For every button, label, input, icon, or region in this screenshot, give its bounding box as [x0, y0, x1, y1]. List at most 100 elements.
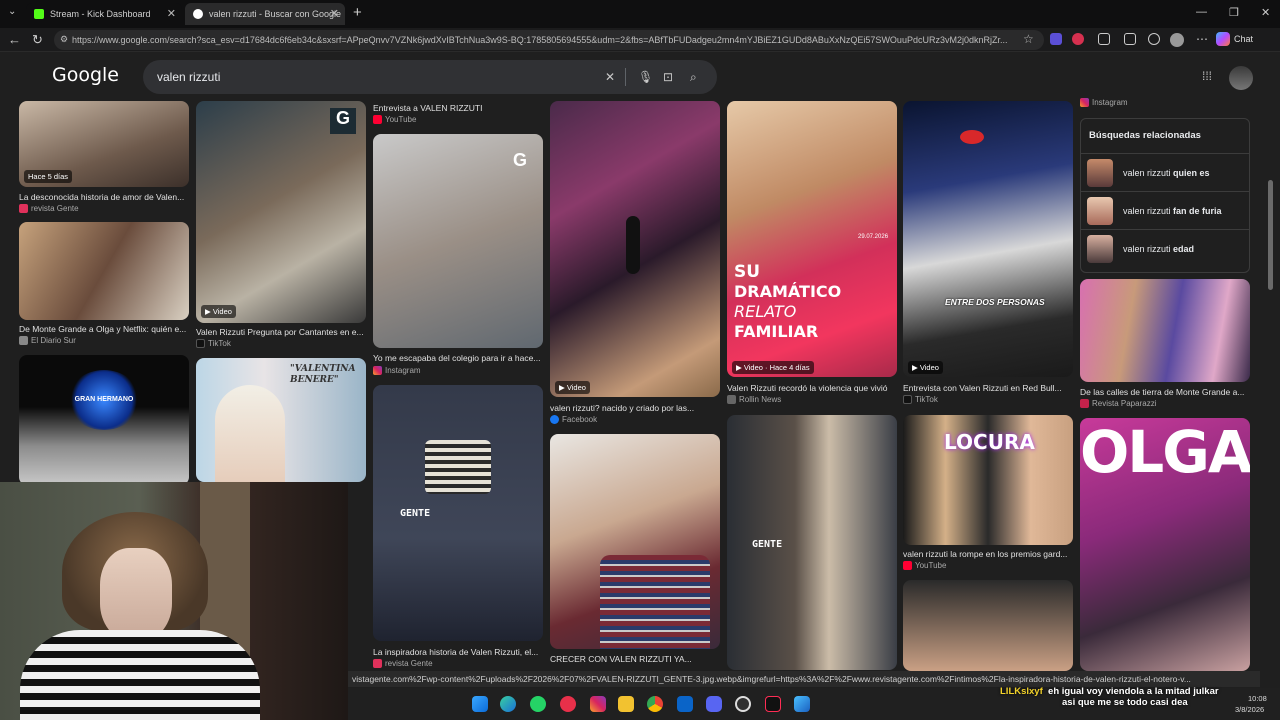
edge-icon[interactable]	[500, 696, 516, 712]
image-source[interactable]: YouTube	[373, 115, 416, 124]
image-caption[interactable]: Valen Rizzuti recordó la violencia que v…	[727, 383, 897, 393]
clock-time[interactable]: 10:08	[1248, 694, 1267, 703]
search-icon[interactable]: ⌕	[690, 70, 697, 85]
lens-icon[interactable]: ⊡	[663, 70, 673, 84]
diario-sur-icon	[19, 336, 28, 345]
time-badge: Hace 5 días	[24, 170, 73, 183]
related-search-item[interactable]: valen rizzuti fan de furia	[1081, 191, 1249, 229]
split-screen-icon[interactable]	[1124, 33, 1136, 45]
image-source[interactable]: revista Gente	[19, 204, 79, 213]
close-icon[interactable]: ✕	[330, 7, 339, 20]
source-label: Instagram	[385, 366, 421, 375]
back-icon[interactable]: ←	[8, 32, 21, 47]
video-badge: ▶ Video	[201, 305, 236, 318]
extension-icon[interactable]	[1072, 33, 1084, 45]
site-info-icon[interactable]: ⚙	[60, 34, 68, 45]
image-caption[interactable]: De Monte Grande a Olga y Netflix: quién …	[19, 324, 189, 334]
related-bold: fan de furia	[1173, 205, 1222, 216]
photos-icon[interactable]	[794, 696, 810, 712]
source-label: El Diario Sur	[31, 336, 76, 345]
copilot-chat-button[interactable]: Chat	[1216, 32, 1253, 46]
image-result-thumbnail[interactable]	[19, 222, 189, 320]
image-result-thumbnail[interactable]	[196, 101, 366, 323]
image-caption[interactable]: CRECER CON VALEN RIZZUTI YA...	[550, 654, 720, 664]
source-label: YouTube	[915, 561, 947, 570]
image-caption[interactable]: La inspiradora historia de Valen Rizzuti…	[373, 647, 543, 657]
image-caption[interactable]: De las calles de tierra de Monte Grande …	[1080, 387, 1250, 397]
microphone-figure	[626, 216, 640, 274]
extension-icon[interactable]	[1050, 33, 1062, 45]
image-caption[interactable]: valen rizzuti la rompe en los premios ga…	[903, 549, 1073, 559]
badge-label: Video	[919, 363, 939, 372]
discord-icon[interactable]	[706, 696, 722, 712]
image-caption[interactable]: Yo me escapaba del colegio para ir a hac…	[373, 353, 543, 363]
related-base: valen rizzuti	[1123, 205, 1171, 216]
image-result-thumbnail[interactable]	[1080, 279, 1250, 382]
maximize-icon[interactable]: ❐	[1229, 6, 1239, 19]
source-label: TikTok	[208, 339, 231, 348]
g-watermark: G	[513, 150, 528, 170]
outlook-icon[interactable]	[677, 696, 693, 712]
image-source[interactable]: TikTok	[196, 339, 231, 348]
search-input[interactable]: valen rizzuti	[143, 60, 717, 94]
whatsapp-icon[interactable]	[530, 696, 546, 712]
streamer-face	[100, 548, 172, 640]
related-searches-panel: Búsquedas relacionadas valen rizzuti qui…	[1080, 118, 1250, 273]
image-source[interactable]: revista Gente	[373, 659, 433, 668]
tab-google-search[interactable]: valen rizzuti - Buscar con Google ✕	[185, 3, 345, 25]
related-thumbnail	[1087, 234, 1113, 263]
close-window-icon[interactable]: ✕	[1261, 6, 1270, 19]
image-source[interactable]: Revista Paparazzi	[1080, 399, 1156, 408]
badge-label: Video	[566, 383, 586, 392]
image-date-label: 29.07.2026	[858, 234, 889, 240]
image-caption[interactable]: Valen Rizzuti Pregunta por Cantantes en …	[196, 327, 366, 337]
chrome-icon[interactable]	[647, 696, 663, 712]
favorites-icon[interactable]	[1148, 33, 1160, 45]
extension-icon[interactable]	[1098, 33, 1110, 45]
tab-kick-dashboard[interactable]: Stream - Kick Dashboard ✕	[26, 3, 182, 25]
related-search-item[interactable]: valen rizzuti quien es	[1081, 153, 1249, 191]
image-source[interactable]: Instagram	[1080, 98, 1128, 107]
microphone-icon[interactable]: 🎙	[638, 70, 653, 84]
clear-search-icon[interactable]: ✕	[605, 70, 615, 84]
minimize-icon[interactable]: —	[1196, 6, 1207, 18]
image-overlay-text: OLGA	[1080, 418, 1250, 486]
image-result-thumbnail[interactable]	[373, 385, 543, 641]
start-icon[interactable]	[472, 696, 488, 712]
status-url-tooltip: vistagente.com%2Fwp-content%2Fuploads%2F…	[348, 671, 1260, 687]
profile-avatar[interactable]	[1170, 33, 1184, 47]
clock-date[interactable]: 3/8/2026	[1235, 705, 1264, 714]
instagram-taskbar-icon[interactable]	[590, 696, 606, 712]
paparazzi-icon	[1080, 399, 1089, 408]
tiktok-taskbar-icon[interactable]	[765, 696, 781, 712]
image-overlay-text: GRAN HERMANO	[74, 396, 134, 403]
image-source[interactable]: El Diario Sur	[19, 336, 76, 345]
image-source[interactable]: TikTok	[903, 395, 938, 404]
image-caption[interactable]: valen rizzuti? nacido y criado por las..…	[550, 403, 720, 413]
apps-grid-icon[interactable]: ⁞⁞⁞	[1202, 69, 1212, 83]
new-tab-button[interactable]: +	[353, 4, 362, 21]
image-source[interactable]: Instagram	[373, 366, 421, 375]
image-caption[interactable]: Entrevista a VALEN RIZZUTI	[373, 103, 543, 113]
image-source[interactable]: Rollin News	[727, 395, 781, 404]
youtube-icon	[373, 115, 382, 124]
scrollbar-thumb[interactable]	[1268, 180, 1273, 290]
url-field[interactable]: https://www.google.com/search?sca_esv=d1…	[54, 30, 1044, 50]
google-logo[interactable]: Google	[52, 64, 119, 86]
close-icon[interactable]: ✕	[167, 7, 176, 20]
related-search-item[interactable]: valen rizzuti edad	[1081, 229, 1249, 267]
image-result-thumbnail[interactable]	[903, 101, 1073, 377]
reload-icon[interactable]: ↻	[32, 32, 43, 48]
account-avatar[interactable]	[1229, 66, 1253, 90]
obs-icon[interactable]	[735, 696, 751, 712]
file-explorer-icon[interactable]	[618, 696, 634, 712]
image-result-thumbnail[interactable]	[903, 580, 1073, 671]
menu-icon[interactable]: ⋯	[1196, 32, 1208, 46]
image-caption[interactable]: Entrevista con Valen Rizzuti en Red Bull…	[903, 383, 1073, 393]
bookmark-star-icon[interactable]: ☆	[1023, 32, 1034, 46]
image-source[interactable]: YouTube	[903, 561, 946, 570]
media-player-icon[interactable]	[560, 696, 576, 712]
image-source[interactable]: Facebook	[550, 415, 597, 424]
image-caption[interactable]: La desconocida historia de amor de Valen…	[19, 192, 189, 202]
tab-list-chevron-icon[interactable]: ⌄	[8, 6, 16, 17]
